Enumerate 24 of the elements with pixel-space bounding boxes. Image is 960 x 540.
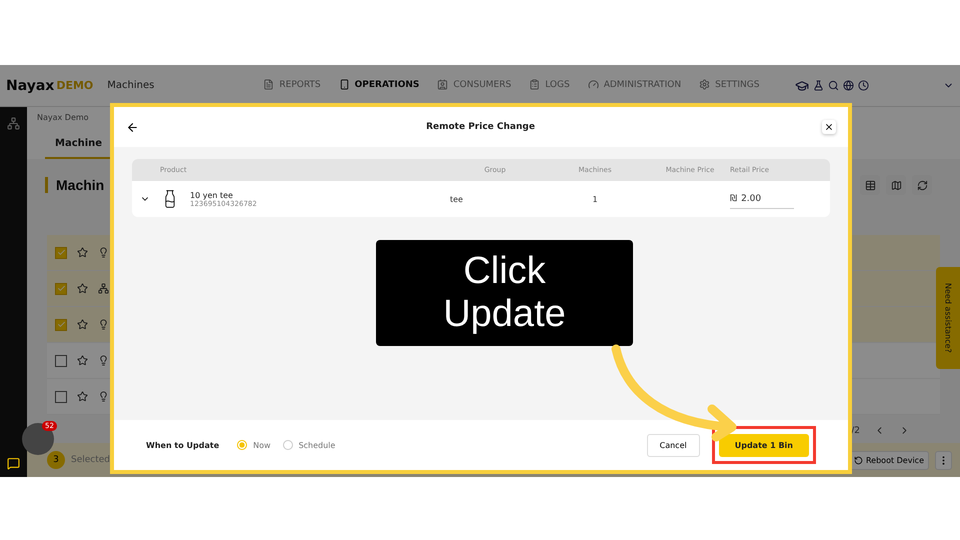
callout: Click Update [376,240,633,346]
assistance-tab[interactable]: Need assistance? [936,267,960,369]
section-title: Machines [107,80,154,91]
radio-option[interactable]: Schedule [282,440,336,450]
selected-label: Selected [71,455,110,465]
machines-cell-text: 1 [591,194,599,204]
when-label: When to Update [146,440,220,450]
nav-tab[interactable]: ADMINISTRATION [578,65,690,106]
dialog-title: Remote Price Change [425,122,536,132]
nav-tab[interactable]: SETTINGS [690,65,768,106]
retail-price-field[interactable]: ₪ 2.00 [730,190,794,208]
logo-suffix: DEMO [56,79,94,92]
group-cell-text: tee [450,194,464,204]
update-button[interactable]: Update 1 Bin [718,434,809,457]
nav-tab[interactable]: REPORTS [254,65,330,106]
radio-option[interactable]: Now [237,440,271,450]
nav-tab[interactable]: LOGS [520,65,579,106]
logo[interactable]: Nayax [6,78,54,94]
page-count: /2 [851,426,860,436]
page-title: Machin [45,177,104,193]
product-name: 10 yen tee [190,190,234,200]
selected-count: 3 [47,451,65,469]
nav-tab[interactable]: CONSUMERS [428,65,520,106]
cancel-button[interactable]: Cancel [646,434,700,456]
